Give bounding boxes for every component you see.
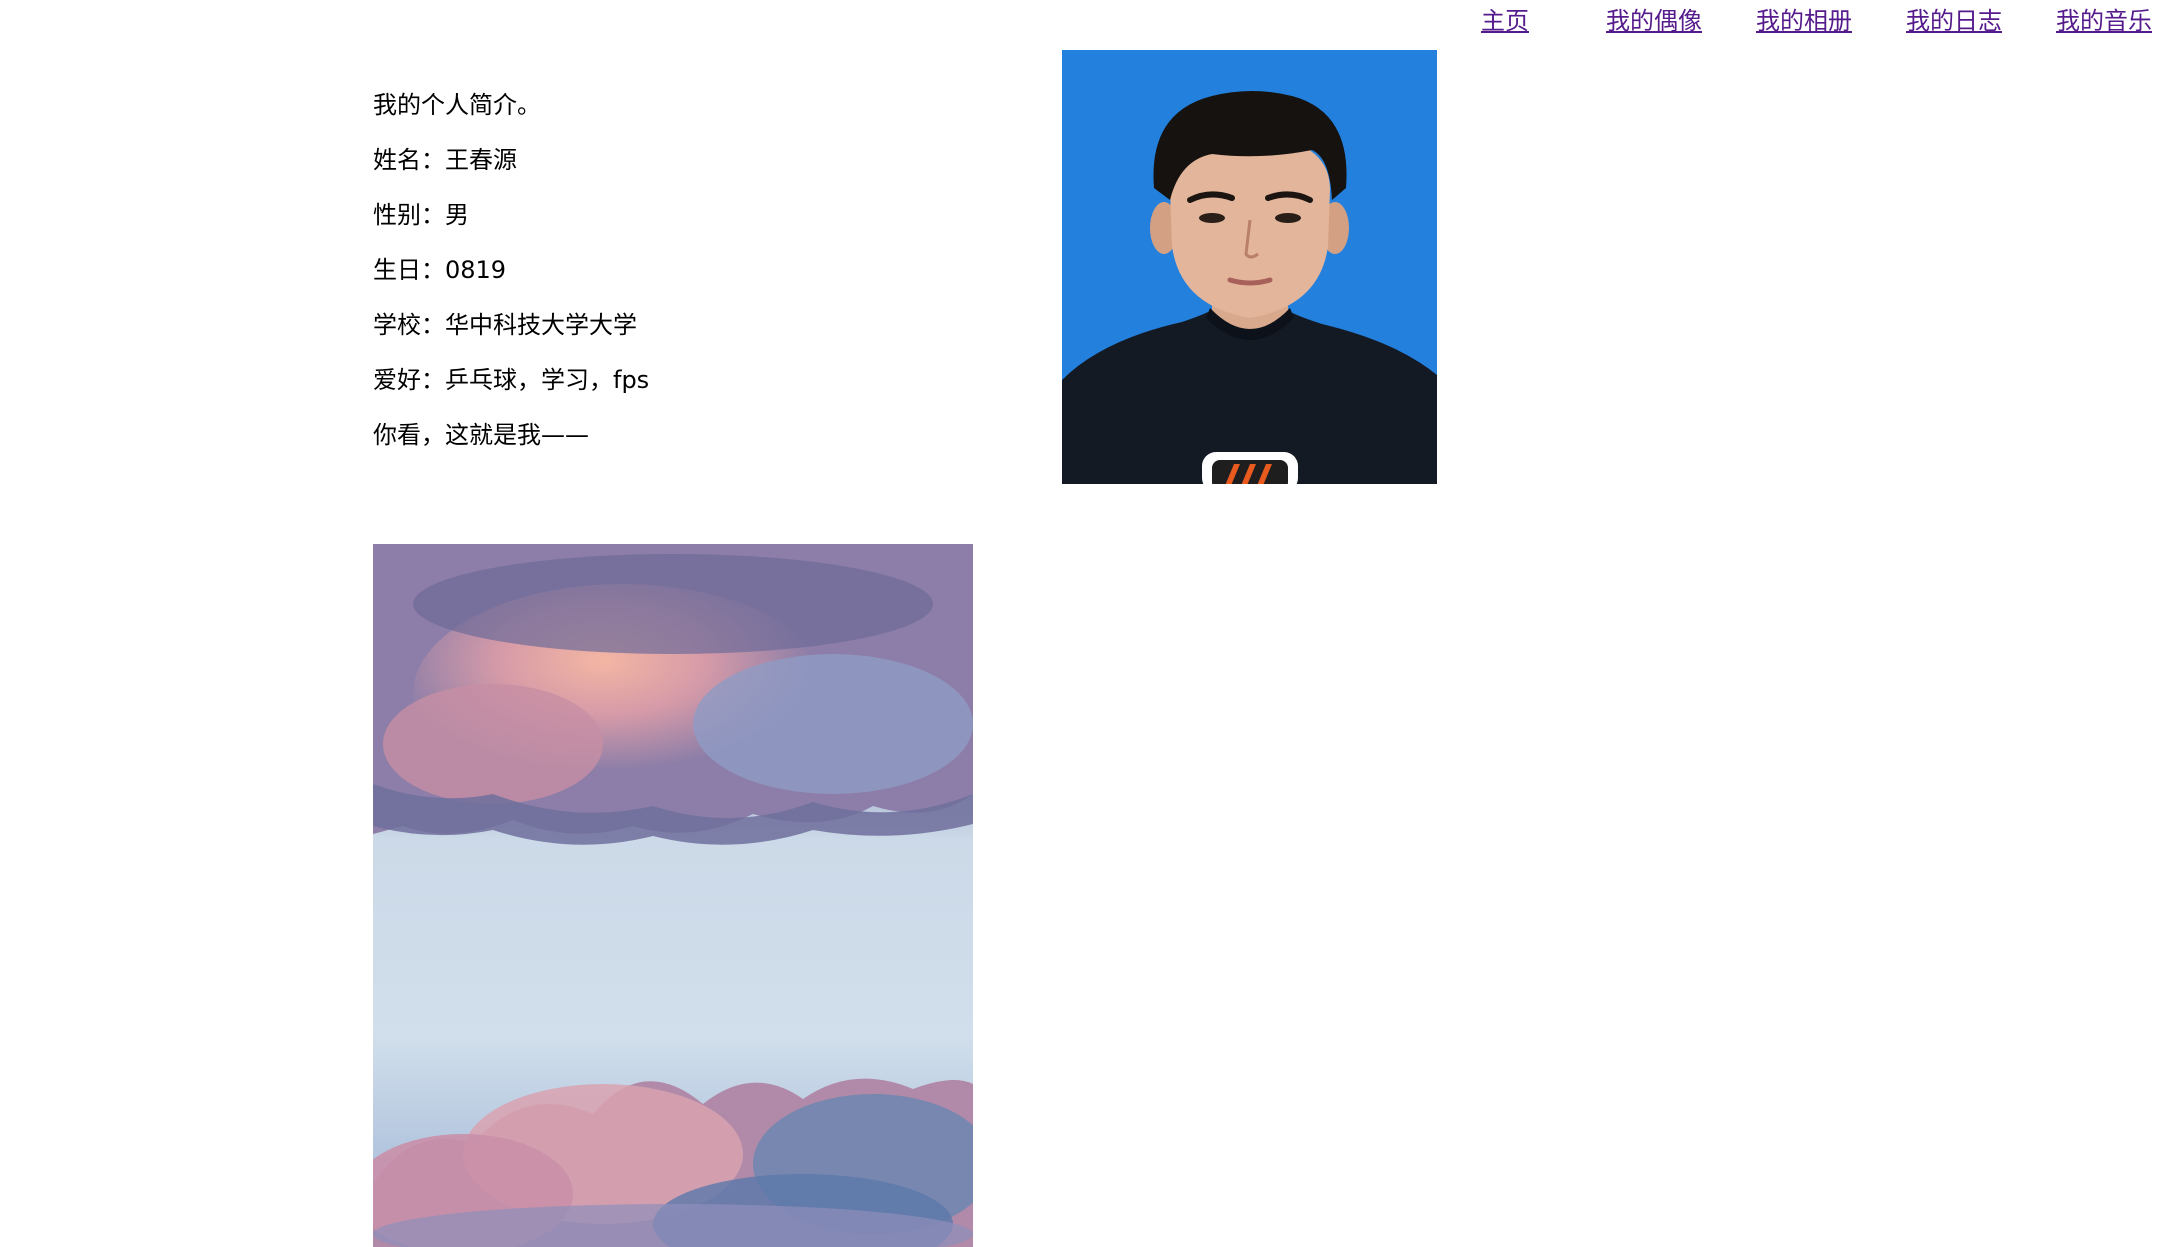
intro-name: 姓名：王春源 [373,146,517,174]
nav-link-album[interactable]: 我的相册 [1756,4,1852,38]
nav-link-music[interactable]: 我的音乐 [2056,4,2152,38]
sky-clouds-photo [373,544,973,1247]
nav-link-diary[interactable]: 我的日志 [1906,4,2002,38]
intro-school: 学校：华中科技大学大学 [373,311,637,339]
nav-link-home[interactable]: 主页 [1481,4,1529,38]
intro-hobbies: 爱好：乒乓球，学习，fps [373,366,650,394]
intro-look: 你看，这就是我—— [373,421,589,449]
intro-birthday: 生日：0819 [373,256,507,284]
page: 主页 我的偶像 我的相册 我的日志 我的音乐 我的个人简介。 姓名：王春源 性别… [0,0,2157,1247]
intro-gender: 性别：男 [373,201,469,229]
intro-heading: 我的个人简介。 [373,91,541,119]
portrait-photo [1062,50,1437,484]
nav-link-idol[interactable]: 我的偶像 [1606,4,1702,38]
